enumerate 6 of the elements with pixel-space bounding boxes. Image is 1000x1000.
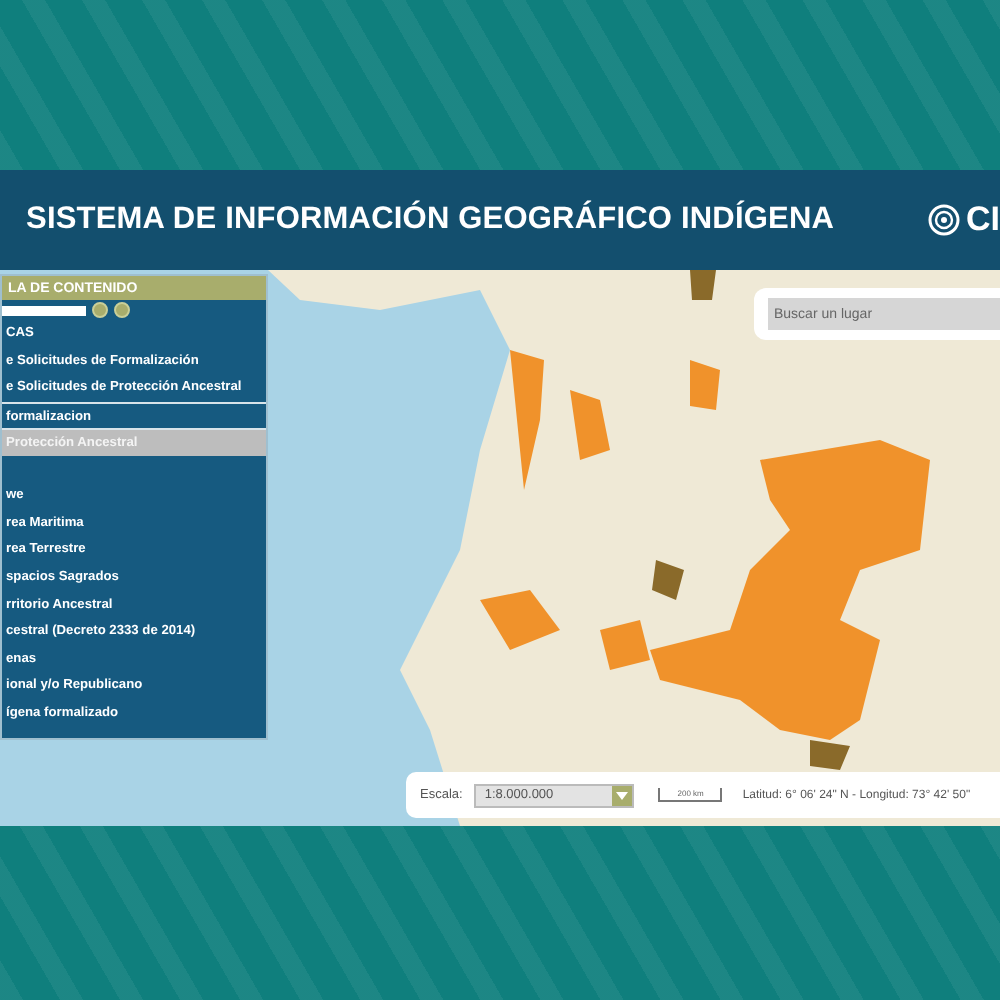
logo-text: CI	[966, 200, 1000, 240]
filter-field[interactable]	[2, 305, 86, 315]
app-title: SISTEMA DE INFORMACIÓN GEOGRÁFICO INDÍGENA	[26, 202, 835, 238]
caret-icon	[616, 791, 629, 799]
circle-icon[interactable]	[92, 302, 108, 318]
circle-icon[interactable]	[114, 302, 130, 318]
